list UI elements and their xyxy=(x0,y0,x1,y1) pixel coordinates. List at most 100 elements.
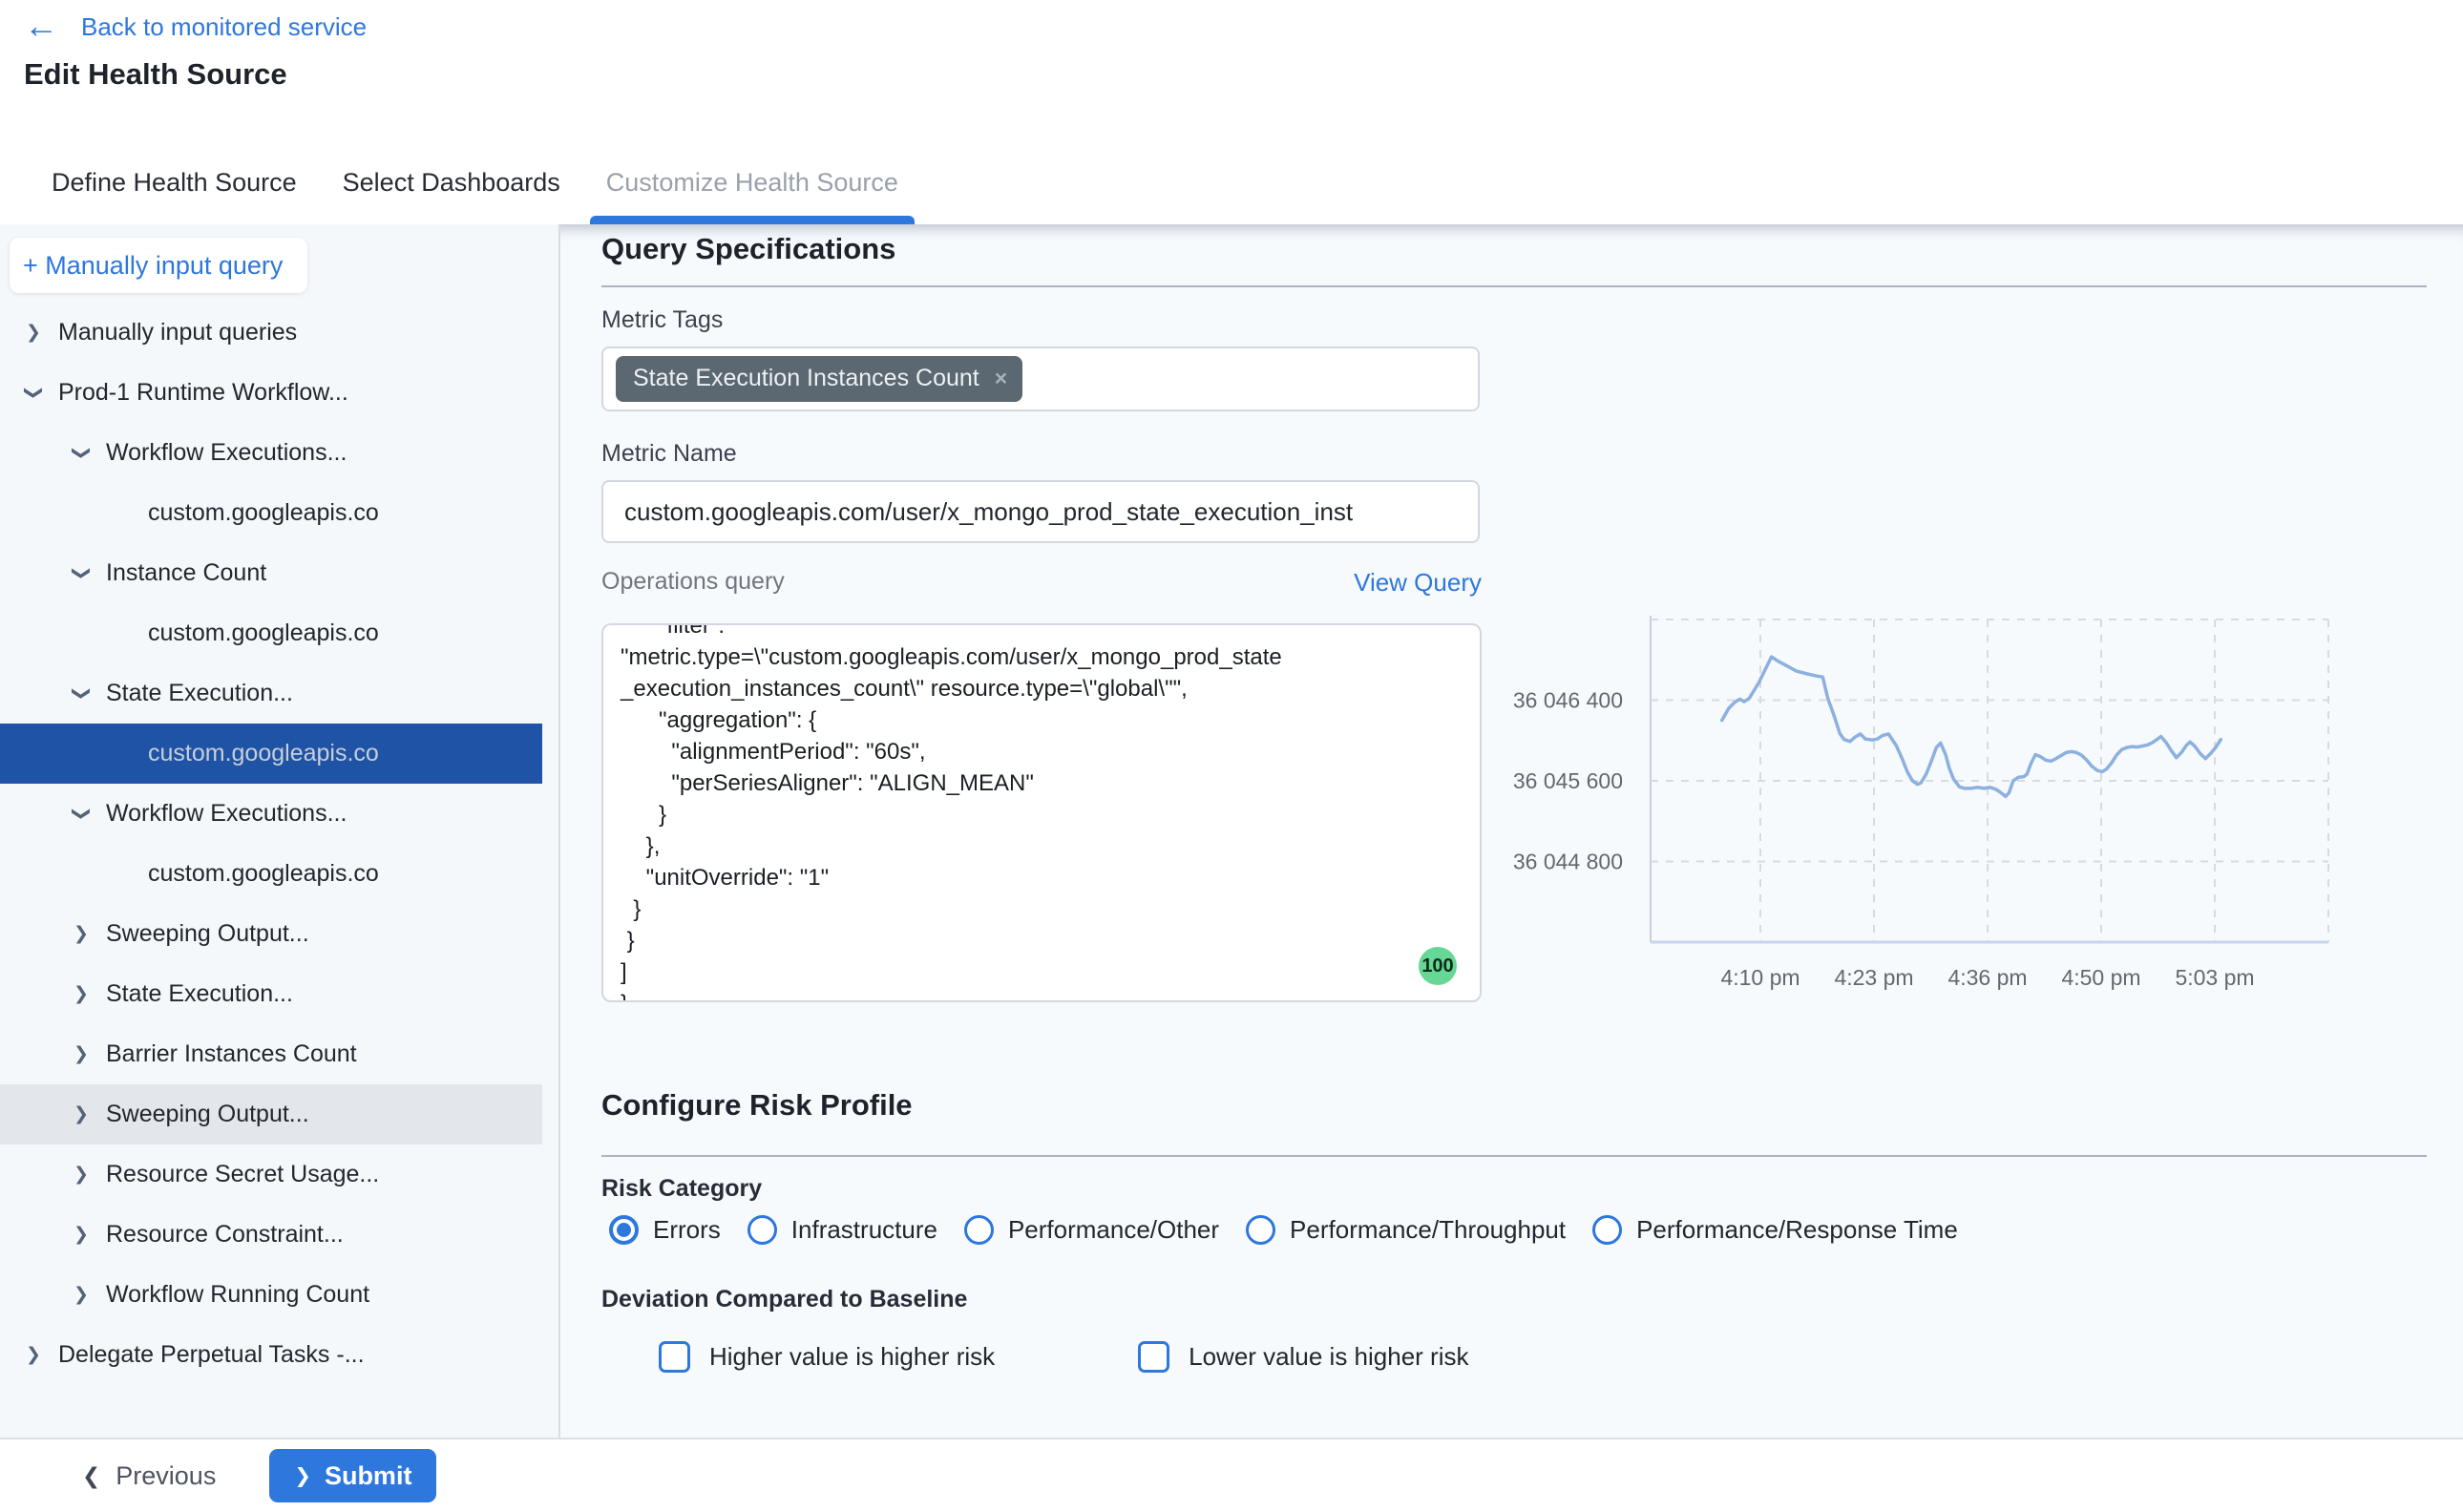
chevron-down-icon[interactable]: ❯ xyxy=(23,381,45,406)
tree-item-sweeping-output[interactable]: ❯ Sweeping Output... xyxy=(0,904,542,964)
tree-item-custom-googleapis-co[interactable]: custom.googleapis.co xyxy=(0,724,542,784)
chevron-right-icon[interactable]: ❯ xyxy=(69,1103,94,1125)
x-tick-label: 5:03 pm xyxy=(2175,965,2254,990)
back-link[interactable]: ← Back to monitored service xyxy=(24,11,367,43)
tree-item-label: Delegate Perpetual Tasks -... xyxy=(58,1341,365,1369)
metric-name-label: Metric Name xyxy=(601,440,737,468)
radio-unselected-icon[interactable] xyxy=(1592,1215,1622,1245)
radio-unselected-icon[interactable] xyxy=(1246,1215,1275,1245)
chevron-right-icon[interactable]: ❯ xyxy=(69,1284,94,1306)
radio-errors[interactable]: Errors xyxy=(609,1215,721,1245)
wizard-footer: ❮ Previous ❯ Submit xyxy=(0,1438,2463,1512)
tree-item-custom-googleapis-co[interactable]: custom.googleapis.co xyxy=(0,844,542,904)
page-header: ← Back to monitored service Edit Health … xyxy=(0,0,2463,140)
previous-button[interactable]: ❮ Previous xyxy=(82,1461,216,1491)
chevron-right-icon[interactable]: ❯ xyxy=(21,322,46,344)
tree-item-label: Workflow Running Count xyxy=(106,1281,369,1309)
x-tick-label: 4:10 pm xyxy=(1720,965,1800,990)
view-query-link[interactable]: View Query xyxy=(1354,568,1482,598)
checkbox-higher-value-is-higher-risk[interactable]: Higher value is higher risk xyxy=(659,1341,995,1373)
chevron-down-icon[interactable]: ❯ xyxy=(71,682,93,706)
submit-button[interactable]: ❯ Submit xyxy=(269,1449,436,1502)
query-sidebar: + Manually input query ❯Manually input q… xyxy=(0,224,560,1438)
tree-item-label: custom.googleapis.co xyxy=(148,860,379,888)
tree-item-label: custom.googleapis.co xyxy=(148,740,379,767)
tree-item-label: Workflow Executions... xyxy=(106,439,347,467)
tree-item-custom-googleapis-co[interactable]: custom.googleapis.co xyxy=(0,483,542,543)
x-tick-label: 4:36 pm xyxy=(1947,965,2027,990)
radio-selected-icon[interactable] xyxy=(609,1215,639,1245)
chevron-right-icon[interactable]: ❯ xyxy=(69,983,94,1005)
tree-item-label: custom.googleapis.co xyxy=(148,499,379,527)
char-count-badge: 100 xyxy=(1419,947,1457,985)
chevron-right-icon[interactable]: ❯ xyxy=(69,1043,94,1065)
checkbox-icon[interactable] xyxy=(659,1341,690,1373)
metric-name-input[interactable]: custom.googleapis.com/user/x_mongo_prod_… xyxy=(601,480,1480,543)
chevron-right-icon: ❯ xyxy=(294,1464,311,1488)
chevron-down-icon[interactable]: ❯ xyxy=(71,802,93,827)
tree-item-state-execution[interactable]: ❯ State Execution... xyxy=(0,663,542,724)
chevron-right-icon[interactable]: ❯ xyxy=(69,1164,94,1186)
radio-unselected-icon[interactable] xyxy=(964,1215,994,1245)
tree-item-label: State Execution... xyxy=(106,980,293,1008)
section-divider xyxy=(601,285,2427,287)
chart-line xyxy=(1722,657,2221,796)
chevron-right-icon[interactable]: ❯ xyxy=(21,1344,46,1366)
query-tree: ❯Manually input queries❯Prod-1 Runtime W… xyxy=(0,303,557,1385)
remove-tag-icon[interactable]: × xyxy=(995,366,1007,391)
checkbox-icon[interactable] xyxy=(1138,1341,1169,1373)
radio-infrastructure[interactable]: Infrastructure xyxy=(747,1215,937,1245)
operations-query-textarea[interactable]: "filter": "metric.type=\"custom.googleap… xyxy=(601,623,1482,1002)
checkbox-lower-value-is-higher-risk[interactable]: Lower value is higher risk xyxy=(1138,1341,1468,1373)
risk-category-options: Errors Infrastructure Performance/Other Per… xyxy=(609,1215,1958,1245)
deviation-label: Deviation Compared to Baseline xyxy=(601,1286,967,1313)
tree-item-state-execution[interactable]: ❯ State Execution... xyxy=(0,964,542,1024)
tree-item-label: Resource Constraint... xyxy=(106,1221,344,1249)
tree-item-delegate-perpetual-tasks[interactable]: ❯ Delegate Perpetual Tasks -... xyxy=(0,1325,542,1385)
tab-define-health-source[interactable]: Define Health Source xyxy=(29,140,320,224)
tree-item-sweeping-output[interactable]: ❯Sweeping Output... xyxy=(0,1084,542,1144)
tree-item-label: Sweeping Output... xyxy=(106,920,309,948)
metric-tag-chip: State Execution Instances Count × xyxy=(616,356,1022,402)
tree-item-resource-constraint[interactable]: ❯ Resource Constraint... xyxy=(0,1205,542,1265)
radio-unselected-icon[interactable] xyxy=(747,1215,777,1245)
tree-item-label: State Execution... xyxy=(106,680,293,707)
tree-item-workflow-executions[interactable]: ❯Workflow Executions... xyxy=(0,784,542,844)
back-arrow-icon: ← xyxy=(24,9,58,43)
radio-performance-throughput[interactable]: Performance/Throughput xyxy=(1246,1215,1566,1245)
metric-preview-chart: 36 046 40036 045 60036 044 8004:10 pm4:2… xyxy=(1508,611,2358,1021)
checkbox-label: Higher value is higher risk xyxy=(709,1342,995,1372)
tab-select-dashboards[interactable]: Select Dashboards xyxy=(320,140,583,224)
tree-item-barrier-instances-count[interactable]: ❯ Barrier Instances Count xyxy=(0,1024,542,1084)
tree-item-manually-input-queries[interactable]: ❯Manually input queries xyxy=(0,303,542,363)
metric-tags-input[interactable]: State Execution Instances Count × xyxy=(601,346,1480,411)
tree-item-resource-secret-usage[interactable]: ❯Resource Secret Usage... xyxy=(0,1144,542,1205)
tree-item-instance-count[interactable]: ❯ Instance Count xyxy=(0,543,542,603)
chevron-down-icon[interactable]: ❯ xyxy=(71,561,93,586)
metric-tag-chip-label: State Execution Instances Count xyxy=(633,365,979,392)
y-tick-label: 36 044 800 xyxy=(1513,850,1623,874)
tree-item-custom-googleapis-co[interactable]: custom.googleapis.co xyxy=(0,603,542,663)
tree-item-prod-1-runtime-workflow[interactable]: ❯Prod-1 Runtime Workflow... xyxy=(0,363,542,423)
radio-label: Performance/Throughput xyxy=(1290,1215,1566,1245)
tree-item-workflow-running-count[interactable]: ❯ Workflow Running Count xyxy=(0,1265,542,1325)
tab-bar: Define Health SourceSelect DashboardsCus… xyxy=(0,140,2463,224)
section-divider xyxy=(601,1155,2427,1157)
chevron-right-icon[interactable]: ❯ xyxy=(69,1224,94,1246)
chevron-down-icon[interactable]: ❯ xyxy=(71,441,93,466)
radio-performance-other[interactable]: Performance/Other xyxy=(964,1215,1219,1245)
tree-item-workflow-executions[interactable]: ❯ Workflow Executions... xyxy=(0,423,542,483)
add-manual-query-button[interactable]: + Manually input query xyxy=(10,238,307,293)
risk-category-label: Risk Category xyxy=(601,1175,762,1203)
x-tick-label: 4:50 pm xyxy=(2061,965,2140,990)
tab-customize-health-source[interactable]: Customize Health Source xyxy=(583,140,921,224)
checkbox-label: Lower value is higher risk xyxy=(1189,1342,1468,1372)
tree-item-label: Instance Count xyxy=(106,559,266,587)
operations-query-label: Operations query xyxy=(601,568,785,596)
radio-label: Errors xyxy=(653,1215,721,1245)
chevron-right-icon[interactable]: ❯ xyxy=(69,923,94,945)
configure-risk-profile-title: Configure Risk Profile xyxy=(601,1088,913,1123)
tree-item-label: Barrier Instances Count xyxy=(106,1040,357,1068)
radio-label: Performance/Response Time xyxy=(1636,1215,1958,1245)
radio-performance-response-time[interactable]: Performance/Response Time xyxy=(1592,1215,1958,1245)
